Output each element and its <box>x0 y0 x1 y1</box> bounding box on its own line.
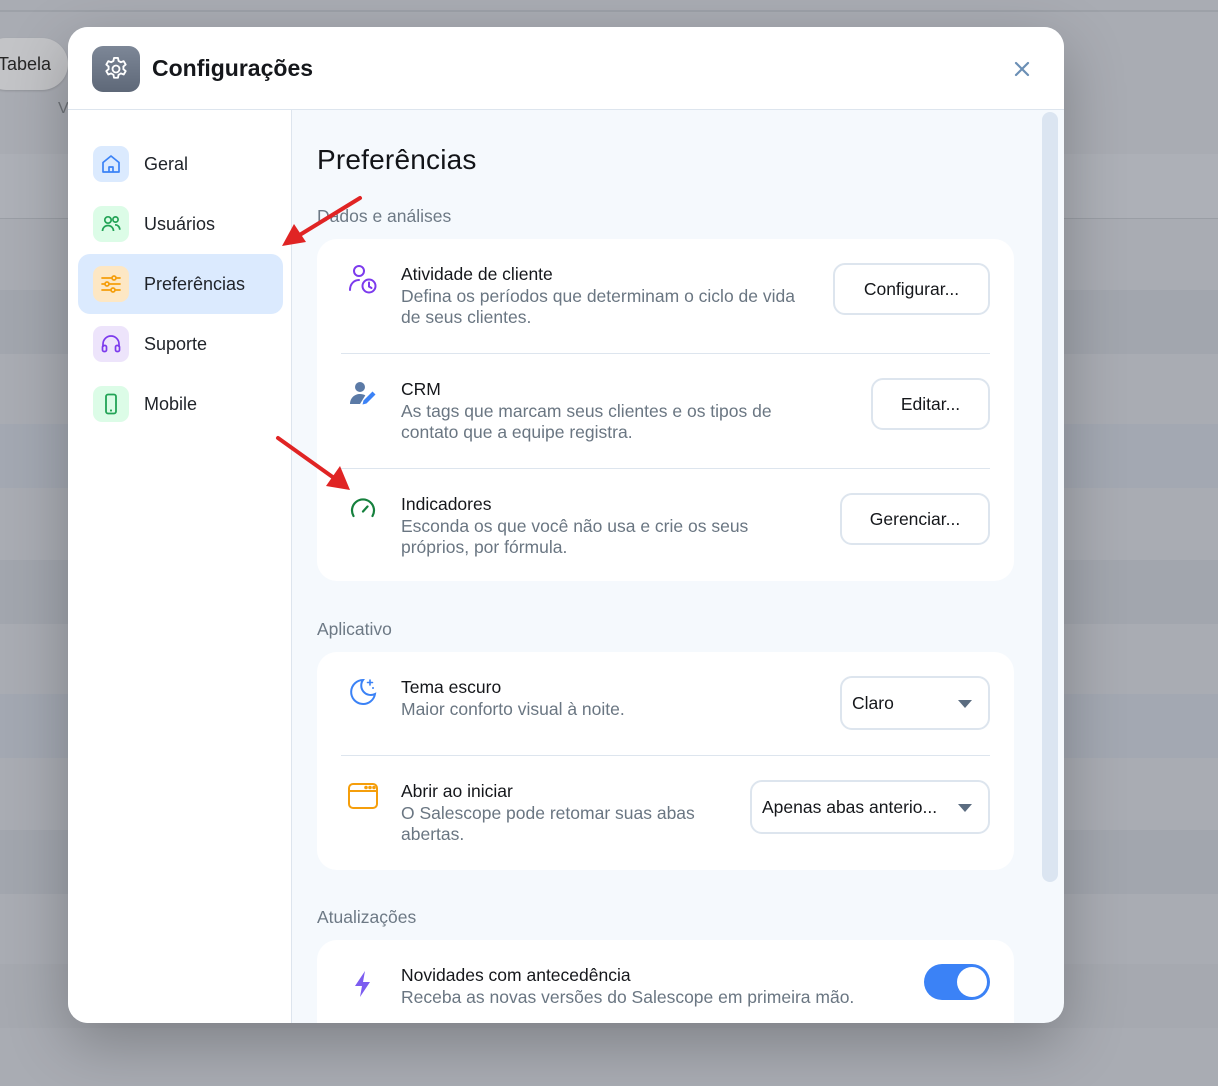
configurar-button[interactable]: Configurar... <box>833 263 990 315</box>
startup-select-value: Apenas abas anterio... <box>762 796 938 817</box>
setting-row-atividade: Atividade de cliente Defina os períodos … <box>317 239 1014 353</box>
modal-header: Configurações <box>68 27 1064 110</box>
modal-title: Configurações <box>152 55 314 81</box>
user-edit-icon <box>345 376 381 412</box>
row-description: Receba as novas versões do Salescope em … <box>401 987 854 1008</box>
home-icon <box>93 146 129 182</box>
gerenciar-button[interactable]: Gerenciar... <box>840 493 990 545</box>
setting-row-novidades: Novidades com antecedência Receba as nov… <box>317 940 1014 1023</box>
row-description: Defina os períodos que determinam o cicl… <box>401 286 795 328</box>
user-clock-icon <box>345 261 381 297</box>
gauge-icon <box>345 491 381 527</box>
browser-window-icon <box>345 778 381 814</box>
row-title: Indicadores <box>401 494 492 514</box>
theme-select[interactable]: Claro <box>840 676 990 730</box>
setting-row-abrir-ao-iniciar: Abrir ao iniciar O Salescope pode retoma… <box>317 756 1014 870</box>
setting-row-tema-escuro: Tema escuro Maior conforto visual à noit… <box>317 652 1014 755</box>
close-button[interactable] <box>1008 55 1036 83</box>
sliders-icon <box>93 266 129 302</box>
card-atualizacoes: Novidades com antecedência Receba as nov… <box>317 940 1014 1023</box>
background-tab-tabela[interactable]: Tabela <box>0 38 68 90</box>
gear-icon <box>92 46 140 92</box>
row-title: Tema escuro <box>401 677 502 697</box>
sidebar-item-mobile[interactable]: Mobile <box>78 374 283 434</box>
row-description: O Salescope pode retomar suas abas abert… <box>401 803 695 845</box>
row-description-line: Receba as novas versões do Salescope em … <box>401 987 855 1007</box>
lightning-icon <box>345 966 381 1002</box>
page-title: Preferências <box>317 144 477 175</box>
headset-icon <box>93 326 129 362</box>
row-description-line: O Salescope pode retomar suas abas <box>401 803 695 823</box>
background-divider <box>0 10 1218 12</box>
early-updates-toggle[interactable] <box>924 964 990 1000</box>
phone-icon <box>93 386 129 422</box>
sidebar-item-label: Suporte <box>144 333 208 354</box>
sidebar-item-label: Preferências <box>144 273 246 294</box>
settings-modal: Configurações Geral Usuários Preferência… <box>68 27 1064 1023</box>
row-title: Novidades com antecedência <box>401 965 631 985</box>
chevron-down-icon <box>958 804 972 812</box>
sidebar-item-label: Mobile <box>144 393 198 414</box>
section-title-aplicativo: Aplicativo <box>317 619 392 639</box>
row-description-line: Esconda os que você não usa e crie os se… <box>401 516 749 536</box>
startup-select[interactable]: Apenas abas anterio... <box>750 780 990 834</box>
row-title: CRM <box>401 379 441 399</box>
row-description-line: próprios, por fórmula. <box>401 537 568 557</box>
sidebar-item-label: Usuários <box>144 213 216 234</box>
settings-content: Preferências Dados e análises Atividade … <box>293 110 1064 1023</box>
moon-stars-icon <box>345 674 381 710</box>
row-description-line: As tags que marcam seus clientes e os ti… <box>401 401 772 421</box>
sidebar-item-suporte[interactable]: Suporte <box>78 314 283 374</box>
row-description: Esconda os que você não usa e crie os se… <box>401 516 748 558</box>
row-description: Maior conforto visual à noite. <box>401 699 625 720</box>
row-description-line: contato que a equipe registra. <box>401 422 633 442</box>
toggle-knob <box>957 967 987 997</box>
row-title: Abrir ao iniciar <box>401 781 513 801</box>
background-tab-label: Tabela <box>0 54 52 74</box>
section-title-dados: Dados e análises <box>317 206 452 226</box>
row-description: As tags que marcam seus clientes e os ti… <box>401 401 772 443</box>
row-description-line: abertas. <box>401 824 465 844</box>
row-title: Atividade de cliente <box>401 264 553 284</box>
users-icon <box>93 206 129 242</box>
content-scrollbar[interactable] <box>1042 112 1058 882</box>
chevron-down-icon <box>958 700 972 708</box>
sidebar-item-label: Geral <box>144 153 189 174</box>
editar-button[interactable]: Editar... <box>871 378 990 430</box>
sidebar-item-geral[interactable]: Geral <box>78 134 283 194</box>
section-title-atualizacoes: Atualizações <box>317 907 417 927</box>
row-description-line: de seus clientes. <box>401 307 532 327</box>
card-aplicativo: Tema escuro Maior conforto visual à noit… <box>317 652 1014 870</box>
setting-row-crm: CRM As tags que marcam seus clientes e o… <box>317 354 1014 468</box>
theme-select-value: Claro <box>852 692 894 713</box>
sidebar-item-preferencias[interactable]: Preferências <box>78 254 283 314</box>
card-dados-analises: Atividade de cliente Defina os períodos … <box>317 239 1014 581</box>
row-description-line: Defina os períodos que determinam o cicl… <box>401 286 795 306</box>
sidebar-item-usuarios[interactable]: Usuários <box>78 194 283 254</box>
row-description-line: Maior conforto visual à noite. <box>401 699 625 719</box>
setting-row-indicadores: Indicadores Esconda os que você não usa … <box>317 469 1014 581</box>
settings-sidebar: Geral Usuários Preferências Suporte Mobi… <box>68 110 292 1023</box>
close-icon <box>1014 61 1030 77</box>
